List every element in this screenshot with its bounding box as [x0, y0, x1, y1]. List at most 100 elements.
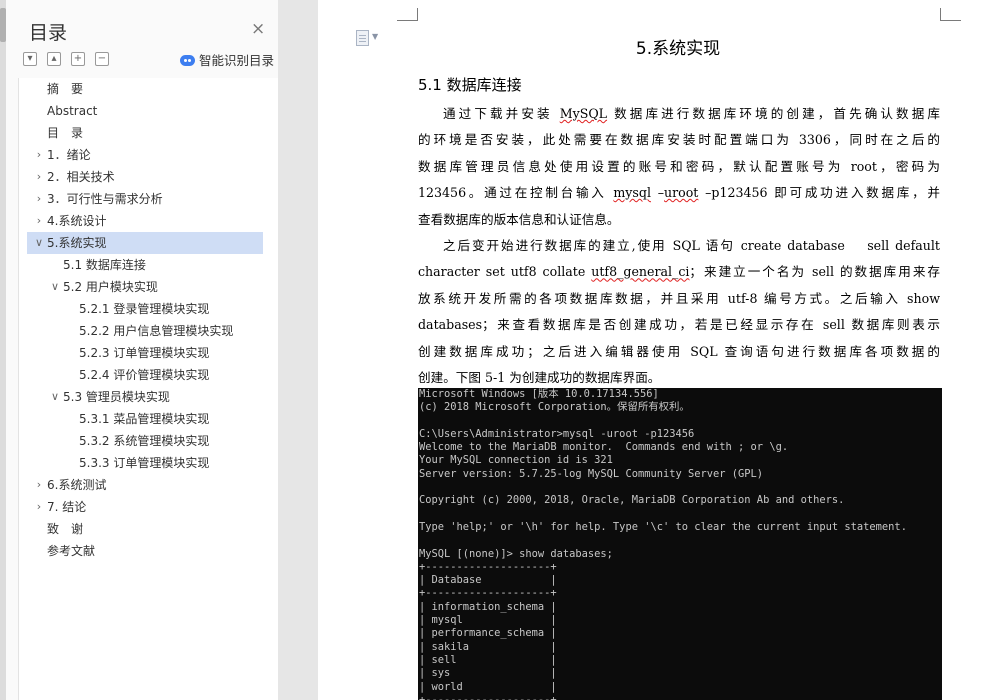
toc-navigation-pane: 目录 × ▾ ▴ + − 智能识别目录 摘 要 Abstract 目 录 › 1．绪论 ›…: [0, 0, 279, 700]
smart-toc-label: 智能识别目录: [199, 53, 275, 68]
para2-line4: databases；来查看数据库是否创建成功，若是已经显示存在 sell 数据库…: [418, 317, 940, 333]
toc-item-label: 5.2.1 登录管理模块实现: [79, 302, 210, 316]
spellcheck-word: uroot: [664, 185, 699, 201]
console-line: | information_schema |: [419, 600, 557, 613]
section-heading: 5.系统实现: [635, 39, 721, 59]
toc-item[interactable]: › 1．绪论: [27, 144, 263, 166]
crop-mark-left: [397, 8, 418, 21]
pane-scrollbar[interactable]: [0, 0, 6, 700]
crop-mark-right: [940, 8, 961, 21]
toc-item[interactable]: ∨ 5.2 用户模块实现: [27, 276, 263, 298]
toc-item[interactable]: › 4.系统设计: [27, 210, 263, 232]
toc-item-label: 6.系统测试: [47, 478, 107, 492]
close-icon[interactable]: ×: [251, 18, 265, 40]
document-page[interactable]: ▼ 5.系统实现 5.1 数据库连接 通过下载并安装 MySQL 数据库进行数据…: [318, 0, 982, 700]
toc-item-label: 2．相关技术: [47, 170, 115, 184]
console-line: | mysql |: [419, 614, 557, 627]
console-line: Welcome to the MariaDB monitor. Commands…: [419, 441, 789, 454]
spellcheck-word: MySQL: [559, 106, 608, 121]
toc-item[interactable]: 5.1 数据库连接: [27, 254, 263, 276]
toc-item[interactable]: 5.2.1 登录管理模块实现: [27, 298, 263, 320]
smart-toc-button[interactable]: 智能识别目录: [180, 50, 274, 69]
console-line: | sell |: [419, 653, 557, 666]
toc-item-label: 4.系统设计: [47, 214, 107, 228]
expand-icon[interactable]: +: [71, 52, 85, 66]
toc-item-label: 7. 结论: [47, 500, 87, 514]
console-screenshot-figure: Microsoft Windows [版本 10.0.17134.556] (c)…: [418, 388, 942, 700]
toc-item[interactable]: 5.3.3 订单管理模块实现: [27, 452, 263, 474]
chevron-right-icon[interactable]: ›: [33, 474, 45, 496]
console-line: | Database |: [419, 574, 557, 587]
toc-item-label: 5.2.2 用户信息管理模块实现: [79, 324, 234, 338]
console-line: ​: [419, 415, 942, 428]
document-area: ▼ 5.系统实现 5.1 数据库连接 通过下载并安装 MySQL 数据库进行数据…: [278, 0, 982, 700]
toc-item-label: 摘 要: [47, 82, 84, 96]
toc-item[interactable]: Abstract: [27, 100, 263, 122]
toc-item[interactable]: › 6.系统测试: [27, 474, 263, 496]
toc-pane-title: 目录: [29, 22, 68, 44]
toc-item-label: 目 录: [47, 126, 84, 140]
para2-line3: 放系统开发所需的各项数据库数据，并且采用 utf-8 编号方式。之后输入 sho…: [418, 290, 940, 306]
console-line: MySQL [(none)]> show databases;: [419, 547, 613, 560]
toc-item[interactable]: › 2．相关技术: [27, 166, 263, 188]
console-line: Microsoft Windows [版本 10.0.17134.556]: [419, 388, 659, 400]
para2-line5: 创建数据库成功；之后进入编辑器使用 SQL 查询语句进行数据库各项数据的: [418, 343, 940, 359]
toc-item[interactable]: 5.2.3 订单管理模块实现: [27, 342, 263, 364]
para1-line4: 123456。通过在控制台输入 mysql –uroot –p123456 即可…: [418, 185, 940, 201]
toc-item[interactable]: 5.3.1 菜品管理模块实现: [27, 408, 263, 430]
para1-line2: 的环境是否安装，此处需要在数据库安装时配置端口为 3306，同时在之后的: [418, 132, 940, 148]
spellcheck-word: mysql: [613, 185, 651, 201]
console-line: (c) 2018 Microsoft Corporation。保留所有权利。: [419, 401, 690, 414]
toc-item-label: 致 谢: [47, 522, 84, 536]
toc-item[interactable]: ∨ 5.系统实现: [27, 232, 263, 254]
toc-tree: 摘 要 Abstract 目 录 › 1．绪论 › 2．相关技术 › 3．可行性与需求分析 › 4.…: [18, 78, 279, 700]
toc-item[interactable]: ∨ 5.3 管理员模块实现: [27, 386, 263, 408]
toc-item[interactable]: 致 谢: [27, 518, 263, 540]
collapse-icon[interactable]: −: [95, 52, 109, 66]
chevron-down-icon[interactable]: ∨: [33, 232, 45, 254]
level-up-icon[interactable]: ▴: [47, 52, 61, 66]
toc-item-label: 5.系统实现: [47, 236, 107, 250]
chevron-right-icon[interactable]: ›: [33, 144, 45, 166]
toc-item-label: 5.2.3 订单管理模块实现: [79, 346, 210, 360]
toc-pane-header: 目录 × ▾ ▴ + − 智能识别目录: [6, 0, 278, 76]
toc-item[interactable]: 5.2.4 评价管理模块实现: [27, 364, 263, 386]
collapse-all-icon[interactable]: ▾: [23, 52, 37, 66]
chevron-down-icon[interactable]: ∨: [49, 276, 61, 298]
console-line: Type 'help;' or '\h' for help. Type '\c'…: [419, 520, 907, 533]
chevron-down-icon[interactable]: ∨: [49, 386, 61, 408]
para2-line1: 之后变开始进行数据库的建立,使用 SQL 语句 create database …: [443, 238, 940, 253]
para1-line5: 查看数据库的版本信息和认证信息。: [418, 211, 620, 227]
dropdown-arrow-icon[interactable]: ▼: [372, 32, 378, 41]
robot-icon: [180, 55, 195, 66]
console-line: Copyright (c) 2000, 2018, Oracle, MariaD…: [419, 494, 845, 507]
toc-item[interactable]: › 7. 结论: [27, 496, 263, 518]
toc-item-label: 5.3.3 订单管理模块实现: [79, 456, 210, 470]
toc-item[interactable]: 目 录: [27, 122, 263, 144]
console-line: | sys |: [419, 667, 557, 680]
console-line: ​: [419, 481, 942, 494]
chevron-right-icon[interactable]: ›: [33, 166, 45, 188]
console-line: | sakila |: [419, 640, 557, 653]
toc-item[interactable]: 5.2.2 用户信息管理模块实现: [27, 320, 263, 342]
para1-line1: 通过下载并安装 MySQL 数据库进行数据库环境的创建，首先确认数据库: [443, 106, 940, 121]
console-output: Microsoft Windows [版本 10.0.17134.556] (c)…: [418, 388, 942, 700]
chevron-right-icon[interactable]: ›: [33, 496, 45, 518]
toc-item-label: 5.3.2 系统管理模块实现: [79, 434, 210, 448]
paragraph-2: 之后变开始进行数据库的建立,使用 SQL 语句 create database …: [418, 233, 940, 391]
console-line: C:\Users\Administrator>mysql -uroot -p12…: [419, 427, 695, 440]
toc-item[interactable]: › 3．可行性与需求分析: [27, 188, 263, 210]
chevron-right-icon[interactable]: ›: [33, 188, 45, 210]
paragraph-1: 通过下载并安装 MySQL 数据库进行数据库环境的创建，首先确认数据库 的环境是…: [418, 101, 940, 233]
console-line: | world |: [419, 680, 557, 693]
page-icon[interactable]: [356, 30, 369, 46]
toc-item-label: 1．绪论: [47, 148, 91, 162]
para1-line3: 数据库管理员信息处使用设置的账号和密码，默认配置账号为 root，密码为: [418, 158, 940, 174]
console-line: +--------------------+: [419, 560, 557, 573]
toc-item[interactable]: 摘 要: [27, 78, 263, 100]
toc-item[interactable]: 参考文献: [27, 540, 263, 562]
console-line: Your MySQL connection id is 321: [419, 454, 613, 467]
chevron-right-icon[interactable]: ›: [33, 210, 45, 232]
toc-item[interactable]: 5.3.2 系统管理模块实现: [27, 430, 263, 452]
toc-item-label: Abstract: [47, 104, 98, 118]
